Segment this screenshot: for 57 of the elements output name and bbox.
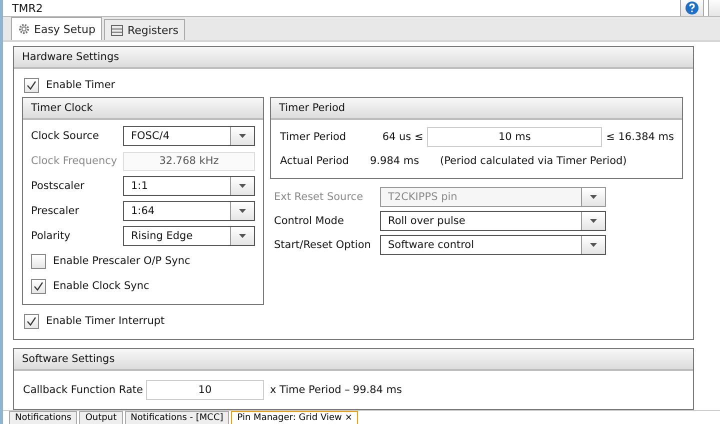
checkbox-label: Enable Timer [46,79,116,91]
dropdown[interactable]: Software control [380,235,606,255]
help-button[interactable] [680,0,704,16]
checkbox[interactable] [24,78,39,92]
tab[interactable]: Registers [104,19,186,40]
caret-icon [581,236,605,254]
caret-icon [230,202,254,220]
field-label: Polarity [31,230,72,242]
caret-icon [581,188,605,206]
checkbox-label: Enable Prescaler O/P Sync [53,255,190,267]
checkbox[interactable] [31,254,46,268]
dropdown[interactable]: 1:64 [123,201,255,221]
dropdown[interactable]: FOSC/4 [123,126,255,146]
suffix-label: x Time Period – [270,384,350,396]
field-label: Ext Reset Source [274,191,364,203]
readout-field: 32.768 kHz [123,152,255,170]
checkbox[interactable] [31,278,46,294]
tab[interactable]: Easy Setup [11,17,102,40]
panel-header: Timer Clock [23,98,263,120]
field-label: Clock Source [31,130,100,142]
field-label: Prescaler [31,205,80,217]
field-label: Callback Function Rate [23,384,143,396]
help-icon [685,1,699,15]
checkbox-label: Enable Clock Sync [53,280,150,292]
caret-icon [581,212,605,230]
caret-icon [230,177,254,195]
field-label: Control Mode [274,215,345,227]
checkbox[interactable] [24,314,39,328]
min-label: 64 us ≤ [381,131,424,143]
panel-header: Software Settings [14,349,693,371]
tab[interactable]: Output [79,411,123,424]
checkbox-label: Enable Timer Interrupt [46,315,165,327]
field-label: Start/Reset Option [274,239,372,251]
dropdown[interactable]: Roll over pulse [380,211,606,231]
panel-header: Timer Period [271,98,682,120]
gear-icon [18,23,30,35]
note-text: (Period calculated via Timer Period) [440,155,627,167]
field-label: Clock Frequency [31,155,118,167]
input-field[interactable]: 10 [146,380,264,400]
value-text: 99.84 ms [352,384,402,396]
field-label: Timer Period [280,131,348,143]
tab[interactable]: Pin Manager: Grid View × [231,411,358,424]
tab[interactable]: Notifications [9,411,78,424]
max-label: ≤ 16.384 ms [606,131,674,143]
dropdown[interactable]: 1:1 [123,176,255,196]
close-icon[interactable]: × [344,413,352,423]
window-title: TMR2 [12,2,44,14]
input-field[interactable]: 10 ms [427,127,602,147]
caret-icon [230,127,254,145]
caret-icon [230,227,254,245]
field-label: Actual Period [280,155,350,167]
value-text: 9.984 ms [370,155,420,167]
list-icon [111,24,124,36]
panel-header: Hardware Settings [14,47,693,69]
tab[interactable]: Notifications - [MCC] [124,411,230,424]
dropdown[interactable]: Rising Edge [123,226,255,246]
field-label: Postscaler [31,180,86,192]
